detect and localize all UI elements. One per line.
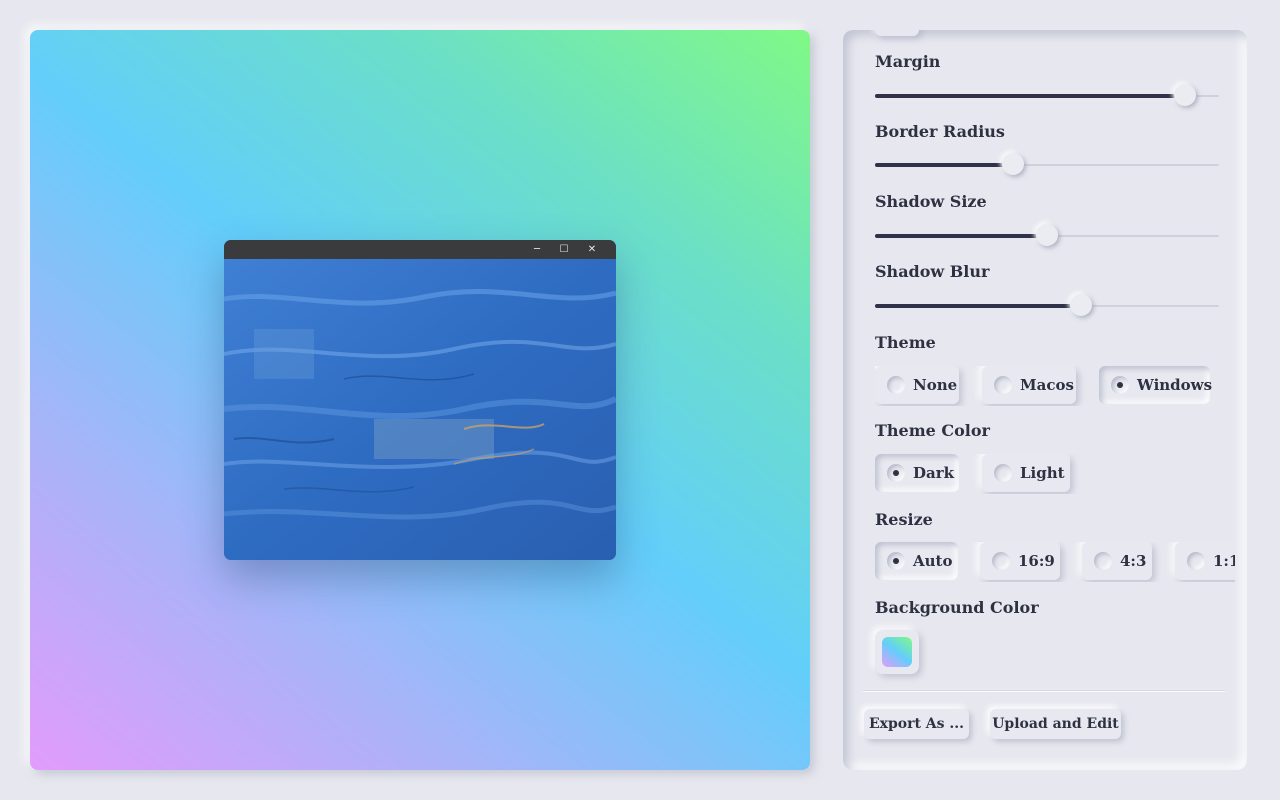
- radio-indicator: [994, 464, 1012, 482]
- theme-color-options: Dark Light: [875, 454, 1235, 494]
- border-radius-label: Border Radius: [875, 122, 1005, 141]
- radio-indicator: [887, 464, 905, 482]
- shadow-size-label: Shadow Size: [875, 192, 987, 211]
- slider-thumb[interactable]: [1070, 294, 1093, 316]
- shadow-blur-label: Shadow Blur: [875, 262, 990, 281]
- border-radius-slider[interactable]: [875, 153, 1219, 175]
- theme-color-option-light[interactable]: Light: [982, 454, 1070, 492]
- preview-canvas: ─ ☐ ✕: [30, 30, 810, 770]
- radio-indicator: [1187, 552, 1205, 570]
- theme-option-none[interactable]: None: [875, 366, 959, 404]
- resize-option-1-1[interactable]: 1:1: [1175, 542, 1235, 580]
- shadow-blur-slider[interactable]: [875, 294, 1219, 316]
- option-label: None: [913, 376, 958, 394]
- radio-indicator: [992, 552, 1010, 570]
- slider-thumb[interactable]: [1036, 224, 1058, 246]
- radio-indicator: [1094, 552, 1112, 570]
- margin-slider[interactable]: [875, 84, 1219, 106]
- theme-label: Theme: [875, 333, 936, 352]
- resize-label: Resize: [875, 510, 933, 529]
- option-label: Macos: [1020, 376, 1074, 394]
- background-color-label: Background Color: [875, 598, 1039, 617]
- option-label: 1:1: [1213, 552, 1235, 570]
- radio-indicator: [887, 376, 905, 394]
- background-color-swatch: [882, 637, 912, 667]
- settings-panel[interactable]: Margin Border Radius Shadow Size Shadow …: [843, 30, 1247, 770]
- window-titlebar: ─ ☐ ✕: [224, 240, 616, 259]
- radio-indicator: [1111, 376, 1129, 394]
- theme-color-option-dark[interactable]: Dark: [875, 454, 959, 492]
- divider: [863, 691, 1225, 692]
- option-label: 4:3: [1120, 552, 1147, 570]
- theme-color-label: Theme Color: [875, 421, 990, 440]
- radio-indicator: [887, 552, 905, 570]
- theme-option-windows[interactable]: Windows: [1099, 366, 1213, 404]
- margin-label: Margin: [875, 52, 941, 71]
- slider-fill: [875, 304, 1082, 308]
- minimize-icon: ─: [533, 244, 541, 255]
- upload-edit-button[interactable]: Upload and Edit: [990, 709, 1121, 739]
- theme-options: None Macos Windows: [875, 366, 1235, 406]
- resize-option-16-9[interactable]: 16:9: [980, 542, 1060, 580]
- slider-fill: [875, 94, 1185, 98]
- radio-indicator: [994, 376, 1012, 394]
- option-label: Light: [1020, 464, 1065, 482]
- maximize-icon: ☐: [559, 244, 569, 255]
- theme-option-macos[interactable]: Macos: [982, 366, 1076, 404]
- close-icon: ✕: [587, 244, 597, 255]
- option-label: Dark: [913, 464, 955, 482]
- option-label: 16:9: [1018, 552, 1055, 570]
- slider-fill: [875, 234, 1047, 238]
- background-color-picker[interactable]: [875, 630, 919, 674]
- slider-fill: [875, 163, 1013, 167]
- window-frame: ─ ☐ ✕: [224, 240, 616, 560]
- export-button[interactable]: Export As ...: [864, 709, 969, 739]
- screenshot-image: [224, 259, 616, 560]
- resize-options: Auto 16:9 4:3 1:1: [875, 542, 1235, 582]
- option-label: Auto: [913, 552, 953, 570]
- resize-option-auto[interactable]: Auto: [875, 542, 958, 580]
- slider-thumb[interactable]: [1173, 84, 1196, 106]
- option-label: Windows: [1137, 376, 1213, 394]
- slider-thumb[interactable]: [1001, 153, 1024, 175]
- resize-option-4-3[interactable]: 4:3: [1082, 542, 1152, 580]
- shadow-size-slider[interactable]: [875, 224, 1219, 246]
- scroll-handle[interactable]: [875, 30, 919, 36]
